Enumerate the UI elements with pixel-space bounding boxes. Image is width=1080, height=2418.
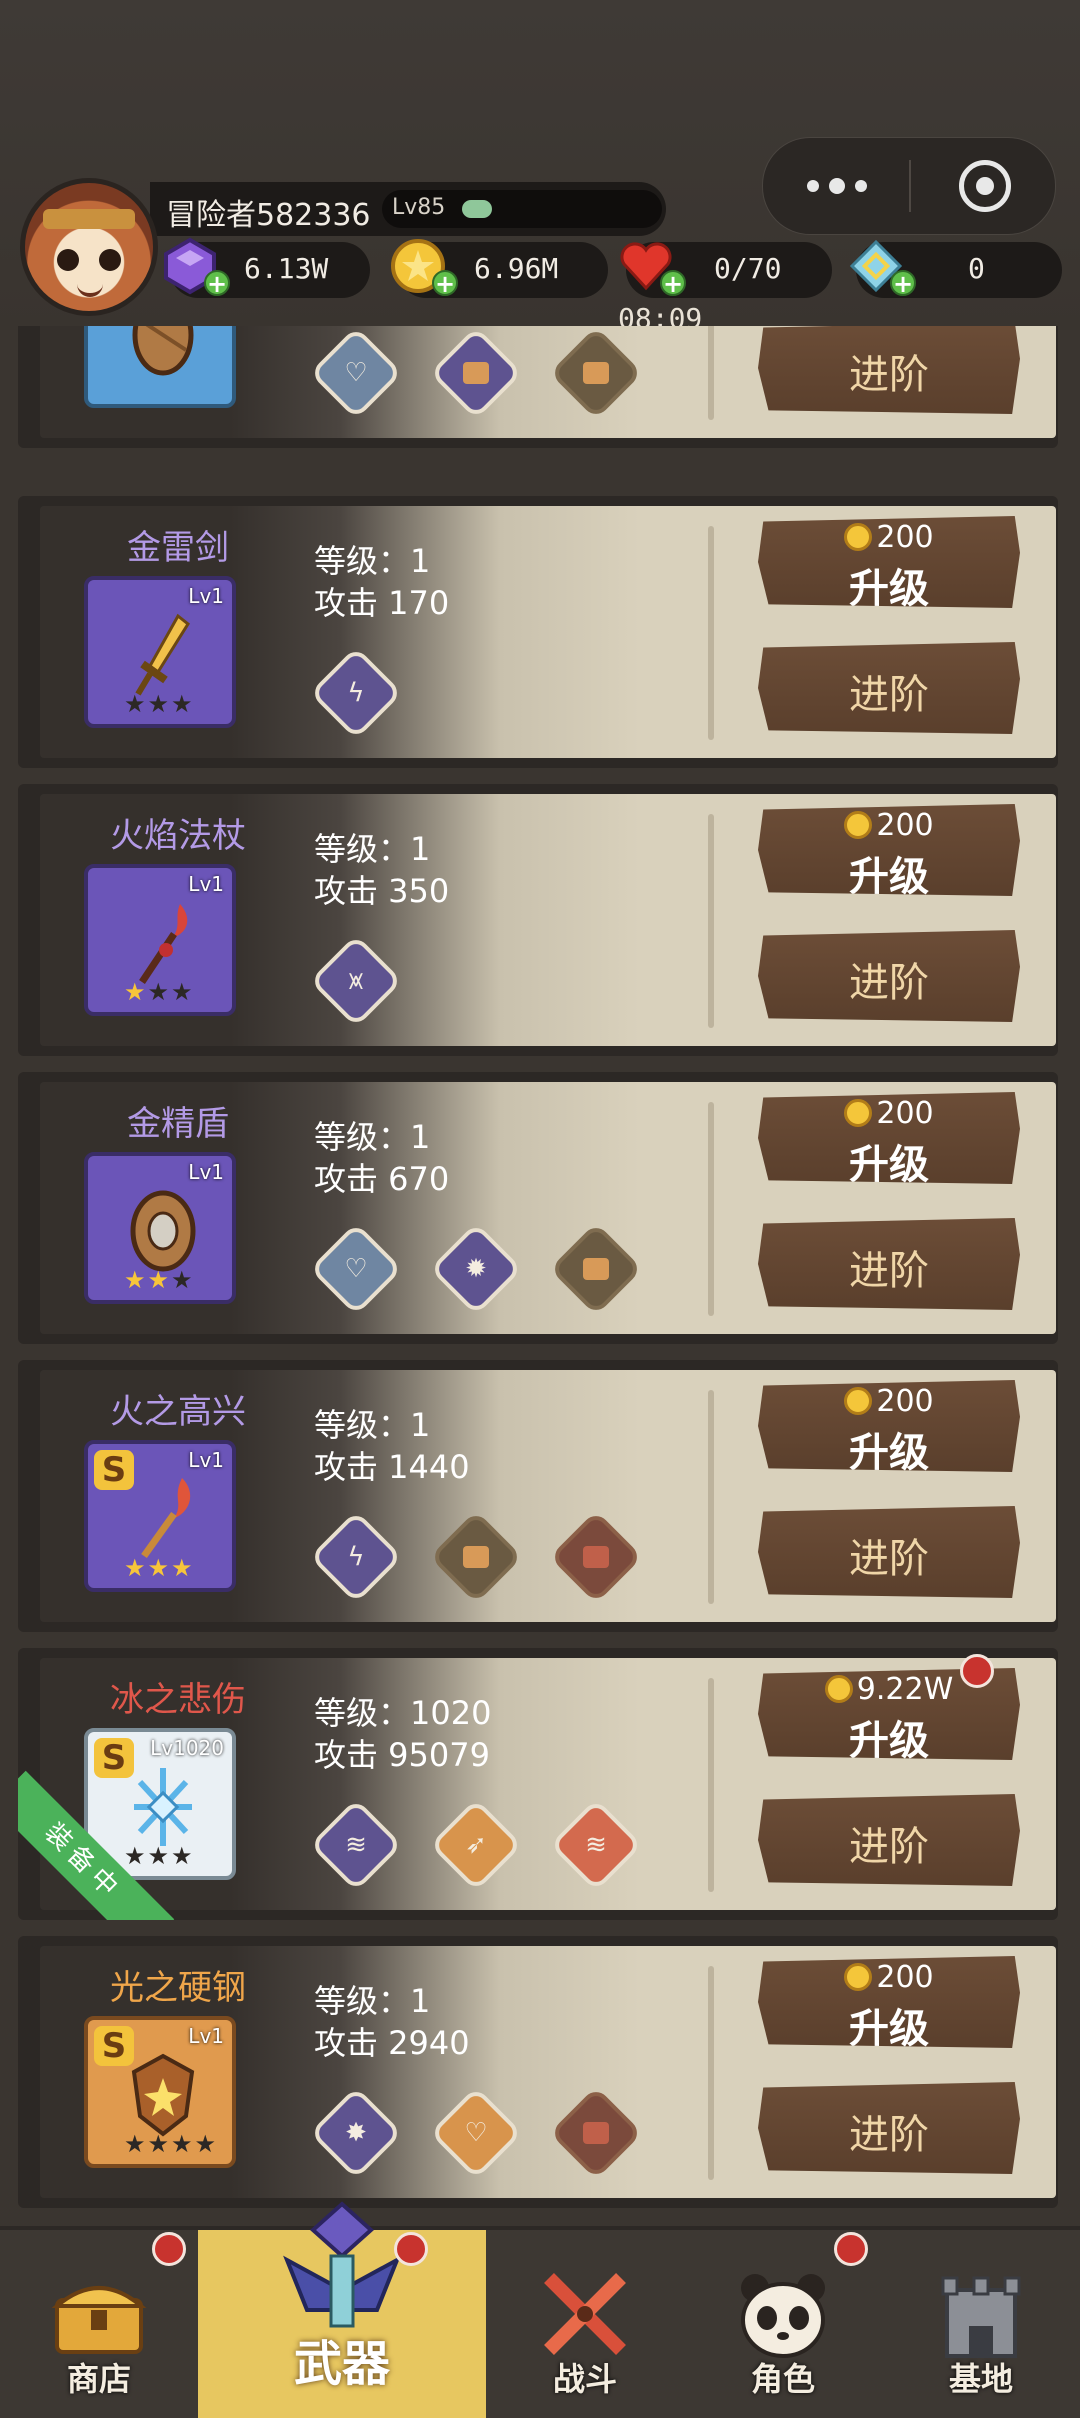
weapon-name: 火焰法杖	[110, 816, 246, 856]
advance-button[interactable]: 进阶	[758, 1794, 1020, 1886]
player-level: Lv85	[392, 195, 446, 220]
weapon-attack: 攻击 670	[314, 1160, 450, 1198]
tab-weapons[interactable]: 武器	[198, 2201, 486, 2418]
upgrade-notification-dot	[960, 1654, 994, 1688]
weapon-name: 火之高兴	[110, 1392, 246, 1432]
fire-staff-icon[interactable]: Lv1 ★★★	[84, 864, 236, 1016]
weapon-attack: 攻击 170	[314, 584, 450, 622]
weapon-name: 金雷剑	[127, 528, 229, 568]
upgrade-button[interactable]: 200 升级	[758, 804, 1020, 896]
weapon-name: 金精盾	[127, 1104, 229, 1144]
ticket-resource: + 0	[849, 239, 1062, 298]
stamina-resource: + 0/70	[620, 242, 832, 298]
add-gems-button[interactable]: +	[204, 270, 230, 296]
stamina-count: 0/70	[714, 252, 782, 285]
advance-button[interactable]: 进阶	[758, 1218, 1020, 1310]
weapon-level: 等级：1	[314, 1982, 431, 2020]
character-notification-dot	[834, 2232, 868, 2266]
tab-character[interactable]: 角色	[684, 2230, 882, 2418]
upgrade-button[interactable]: 200 升级	[758, 516, 1020, 608]
weapon-card: 冰之悲伤 S Lv1020 ★★★ 装备中 等级：1020 攻击 95079 ≋…	[18, 1648, 1058, 1920]
capsule-divider	[909, 160, 911, 212]
crossed-swords-icon	[544, 2273, 626, 2355]
tab-shop[interactable]: 商店	[0, 2230, 198, 2418]
upgrade-button[interactable]: 200 升级	[758, 1380, 1020, 1472]
weapon-attack: 攻击 350	[314, 872, 450, 910]
weapon-card: 金精盾 Lv1 ★★★ 等级：1 攻击 670 ♡ ✹ 200 升级 进阶	[18, 1072, 1058, 1344]
add-gold-button[interactable]: +	[432, 270, 458, 296]
top-bar: 冒险者582336 Lv85 + 6.13W + 6.96M + 0/70 08…	[0, 0, 1080, 335]
advance-button[interactable]: 进阶	[758, 1506, 1020, 1598]
add-stamina-button[interactable]: +	[660, 270, 686, 296]
upgrade-button[interactable]: 200 升级	[758, 1956, 1020, 2048]
fire-sword-icon[interactable]: S Lv1 ★★★	[84, 1440, 236, 1592]
lightning-sword-icon[interactable]: Lv1 ★★★	[84, 576, 236, 728]
weapon-shield-icon[interactable]	[84, 326, 236, 408]
weapon-list[interactable]: ♡ 进阶 金雷剑 Lv1 ★★★ 等级：1 攻击 170 ϟ 200 升级 进阶…	[0, 326, 1080, 2226]
weapon-name: 冰之悲伤	[110, 1680, 246, 1720]
weapon-attack: 攻击 95079	[314, 1736, 490, 1774]
weapon-level: 等级：1	[314, 1118, 431, 1156]
gold-coin-icon	[844, 811, 873, 839]
weapon-card: ♡ 进阶	[18, 326, 1058, 448]
mini-program-capsule	[762, 137, 1056, 235]
gold-coin-icon	[844, 523, 873, 551]
more-menu-icon[interactable]	[807, 168, 867, 204]
upgrade-button[interactable]: 200 升级	[758, 1092, 1020, 1184]
advance-button[interactable]: 进阶	[758, 2082, 1020, 2174]
weapon-attack: 攻击 1440	[314, 1448, 470, 1486]
tab-base[interactable]: 基地	[882, 2230, 1080, 2418]
gem-count: 6.13W	[244, 252, 329, 285]
weapon-card: 火之高兴 S Lv1 ★★★ 等级：1 攻击 1440 ϟ 200 升级 进阶	[18, 1360, 1058, 1632]
advance-button[interactable]: 进阶	[758, 642, 1020, 734]
exp-bar-fill	[462, 200, 492, 218]
weapon-icon	[283, 2201, 401, 2328]
gold-count: 6.96M	[474, 252, 559, 285]
level-pill: Lv85	[382, 190, 662, 228]
player-name: 冒险者582336	[166, 198, 371, 233]
weapon-card: 金雷剑 Lv1 ★★★ 等级：1 攻击 170 ϟ 200 升级 进阶	[18, 496, 1058, 768]
light-shield-icon[interactable]: S Lv1 ★★★★	[84, 2016, 236, 2168]
close-target-icon[interactable]	[959, 160, 1011, 212]
shield-icon[interactable]: Lv1 ★★★	[84, 1152, 236, 1304]
add-ticket-button[interactable]: +	[890, 270, 916, 296]
weapon-card: 火焰法杖 Lv1 ★★★ 等级：1 攻击 350 ⩙ 200 升级 进阶	[18, 784, 1058, 1056]
shop-notification-dot	[152, 2232, 186, 2266]
weapons-notification-dot	[394, 2232, 428, 2266]
castle-icon	[941, 2276, 1021, 2358]
bottom-nav: 商店 武器 战斗 角色 基地	[0, 2201, 1080, 2418]
player-name-bar: 冒险者582336 Lv85	[150, 182, 666, 236]
gold-coin-icon	[824, 1675, 853, 1703]
weapon-level: 等级：1	[314, 830, 431, 868]
panda-icon	[741, 2274, 825, 2358]
gold-coin-icon	[844, 1099, 873, 1127]
weapon-attack: 攻击 2940	[314, 2024, 470, 2062]
ticket-count: 0	[968, 252, 985, 285]
weapon-level: 等级：1	[314, 1406, 431, 1444]
gold-coin-icon	[844, 1963, 873, 1991]
advance-button[interactable]: 进阶	[758, 326, 1020, 414]
weapon-name: 光之硬钢	[110, 1968, 246, 2008]
weapon-level: 等级：1020	[314, 1694, 492, 1732]
advance-button[interactable]: 进阶	[758, 930, 1020, 1022]
weapon-level: 等级：1	[314, 542, 431, 580]
player-avatar[interactable]	[20, 178, 158, 316]
gold-coin-icon	[844, 1387, 873, 1415]
gem-resource: + 6.13W	[164, 237, 370, 298]
treasure-chest-icon	[51, 2286, 147, 2354]
weapon-card: 光之硬钢 S Lv1 ★★★★ 等级：1 攻击 2940 ✸ ♡ 200 升级 …	[18, 1936, 1058, 2208]
tab-battle[interactable]: 战斗	[486, 2230, 684, 2418]
gold-resource: + 6.96M	[391, 239, 608, 298]
